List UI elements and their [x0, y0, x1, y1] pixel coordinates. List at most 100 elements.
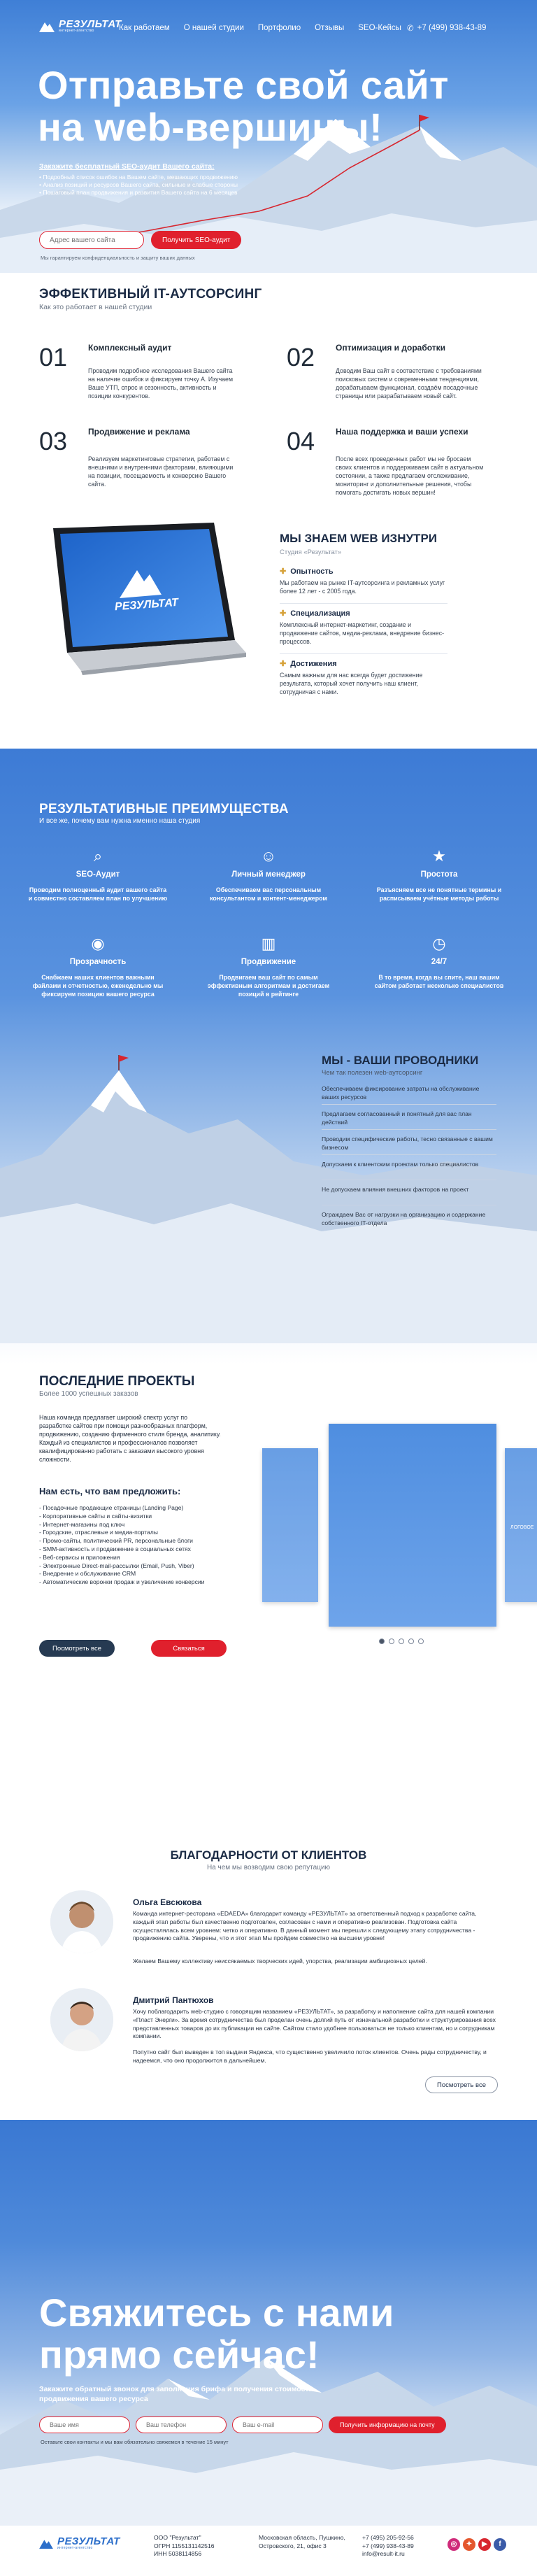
carousel-dot[interactable] — [379, 1639, 385, 1644]
divider — [280, 603, 448, 604]
advantage-card: ★ Простота Разъясняем все не понятные те… — [369, 847, 509, 903]
view-all-reviews-button[interactable]: Посмотреть все — [425, 2076, 498, 2093]
header-phone[interactable]: ✆ +7 (499) 938-43-89 — [407, 23, 486, 33]
advantage-card: ☺ Личный менеджер Обеспечиваем вас персо… — [199, 847, 338, 903]
search-icon: ⌕ — [93, 847, 103, 865]
advantages-title: РЕЗУЛЬТАТИВНЫЕ ПРЕИМУЩЕСТВА — [39, 802, 289, 816]
advantage-title: Прозрачность — [69, 958, 127, 966]
hero-title-line1: Отправьте свой сайт — [38, 63, 449, 107]
project-preview-main[interactable] — [329, 1424, 496, 1627]
step-description: После всех проведенных работ мы не броса… — [336, 455, 484, 496]
step-description: Проводим подробное исследования Вашего с… — [88, 367, 233, 399]
advantage-desc: Продвигаем ваш сайт по самым эффективным… — [207, 974, 330, 998]
site-url-input[interactable] — [39, 231, 144, 249]
testimonials-title: БЛАГОДАРНОСТИ ОТ КЛИЕНТОВ — [170, 1848, 367, 1862]
footer-phone-2[interactable]: +7 (499) 938-43-89 — [362, 2542, 414, 2551]
get-audit-button[interactable]: Получить SEO-аудит — [151, 231, 242, 249]
name-input[interactable] — [39, 2416, 130, 2433]
eye-icon: ◉ — [91, 935, 105, 952]
phone-icon: ✆ — [407, 24, 414, 33]
knowledge-item: ✚ Достижения Самым важным для нас всегда … — [280, 659, 448, 696]
odnoklassniki-icon[interactable]: ✦ — [463, 2538, 475, 2551]
nav-item-reviews[interactable]: Отзывы — [315, 24, 344, 32]
contact-button[interactable]: Связаться — [151, 1640, 227, 1657]
offer-item: Промо-сайты, политический PR, персональн… — [39, 1537, 228, 1545]
hero-subtitle: Закажите бесплатный SEO-аудит Вашего сай… — [39, 162, 215, 171]
step-card: 01 Комплексный аудит Проводим подробное … — [39, 343, 249, 413]
step-number: 04 — [287, 427, 315, 455]
email-input[interactable] — [232, 2416, 323, 2433]
person-icon: ☺ — [260, 847, 277, 865]
logo-mountain-icon — [39, 2540, 53, 2549]
hero-section: РЕЗУЛЬТАТ интернет-агентство Как работаем… — [0, 0, 537, 273]
carousel-dot[interactable] — [399, 1639, 404, 1644]
projects-description: Наша команда предлагает широкий спектр у… — [39, 1414, 221, 1463]
advantage-card: ⌕ SEO-Аудит Проводим полноценный аудит в… — [28, 847, 168, 903]
hero-bullet-list: Подробный список ошибок на Вашем сайте, … — [39, 174, 238, 197]
guide-item: Проводим специфические работы, тесно свя… — [322, 1135, 493, 1151]
divider — [322, 1154, 496, 1155]
facebook-icon[interactable]: f — [494, 2538, 506, 2551]
projects-section: ПОСЛЕДНИЕ ПРОЕКТЫ Более 1000 успешных за… — [0, 1364, 537, 1672]
project-preview-left[interactable] — [262, 1448, 318, 1602]
projects-title: ПОСЛЕДНИЕ ПРОЕКТЫ — [39, 1374, 195, 1389]
step-number: 02 — [287, 343, 315, 371]
advantage-desc: В то время, когда вы спите, наш вашим са… — [374, 974, 504, 989]
footer-phone-1[interactable]: +7 (495) 205-92-56 — [362, 2534, 414, 2542]
offers-list: Посадочные продающие страницы (Landing P… — [39, 1504, 228, 1587]
footer-logo[interactable]: РЕЗУЛЬТАТ интернет-агентство — [39, 2535, 120, 2550]
knowledge-item-title: Опытность — [290, 567, 334, 576]
star-icon: ★ — [432, 847, 446, 865]
phone-input[interactable] — [136, 2416, 227, 2433]
knowledge-item-desc: Мы работаем на рынке IT-аутсорсинга и ре… — [280, 579, 445, 595]
reviewer-name: Ольга Евсюкова — [133, 1897, 202, 1907]
main-nav: Как работаем О нашей студии Портфолио От… — [119, 24, 401, 32]
footer-email[interactable]: info@result-it.ru — [362, 2550, 414, 2559]
advantage-title: Личный менеджер — [231, 870, 306, 879]
advantage-desc: Обеспечиваем вас персональным консультан… — [210, 886, 327, 902]
nav-item-process[interactable]: Как работаем — [119, 24, 170, 32]
carousel-dot[interactable] — [389, 1639, 394, 1644]
nav-item-portfolio[interactable]: Портфолио — [258, 24, 301, 32]
outsourcing-subtitle: Как это работает в нашей студии — [39, 303, 152, 311]
hero-privacy-note: Мы гарантируем конфиденциальность и защи… — [41, 255, 195, 261]
step-card: 03 Продвижение и реклама Реализуем марке… — [39, 427, 249, 504]
youtube-icon[interactable]: ▶ — [478, 2538, 491, 2551]
step-title: Продвижение и реклама — [88, 427, 190, 437]
carousel-dot[interactable] — [418, 1639, 424, 1644]
step-title: Наша поддержка и ваши успехи — [336, 427, 468, 437]
nav-item-seo-cases[interactable]: SEO-Кейсы — [358, 24, 401, 32]
view-all-projects-button[interactable]: Посмотреть все — [39, 1640, 115, 1657]
outsourcing-title: ЭФФЕКТИВНЫЙ IT-АУТСОРСИНГ — [39, 287, 262, 302]
laptop-image: РЕЗУЛЬТАТ — [53, 523, 246, 675]
advantage-card: ◷ 24/7 В то время, когда вы спите, наш в… — [369, 934, 509, 990]
footer-contacts: +7 (495) 205-92-56 +7 (499) 938-43-89 in… — [362, 2534, 414, 2559]
contact-subtitle: Закажите обратный звонок для заполнения … — [39, 2385, 314, 2403]
advantage-desc: Разъясняем все не понятные термины и рас… — [376, 886, 502, 902]
step-description: Доводим Ваш сайт в соответствие с требов… — [336, 367, 482, 399]
nav-item-about[interactable]: О нашей студии — [184, 24, 244, 32]
knowledge-item-desc: Самым важным для нас всегда будет достиж… — [280, 672, 423, 695]
step-card: 04 Наша поддержка и ваши успехи После вс… — [287, 427, 496, 504]
project-preview-caption: ЛОГОВОЕ — [510, 1525, 534, 1530]
advantage-title: Простота — [420, 870, 458, 879]
hero-bullet: Анализ позиций и ресурсов Вашего сайта, … — [39, 181, 238, 189]
project-preview-right[interactable]: ЛОГОВОЕ — [505, 1448, 537, 1602]
footer-company-info: ООО "Результат" ОГРН 1155131142516 ИНН 5… — [154, 2534, 215, 2559]
hero-bullet: Пошаговый план продвижения и развития Ва… — [39, 189, 238, 197]
advantage-title: SEO-Аудит — [76, 870, 120, 879]
offer-item: Городские, отраслевые и медиа-порталы — [39, 1529, 228, 1537]
instagram-icon[interactable]: ◎ — [448, 2538, 460, 2551]
reviewer-photo-image — [50, 1988, 113, 2051]
offer-item: SMM-активность и продвижение в социальны… — [39, 1545, 228, 1554]
specialization-icon: ✚ — [280, 609, 287, 618]
carousel-dot[interactable] — [408, 1639, 414, 1644]
logo[interactable]: РЕЗУЛЬТАТ интернет-агентство — [39, 18, 122, 33]
get-info-button[interactable]: Получить информацию на почту — [329, 2416, 446, 2433]
contact-title-line2: прямо сейчас! — [39, 2333, 320, 2377]
trophy-icon: ✚ — [280, 660, 287, 668]
offer-item: Электронные Direct-mail-рассылки (Email,… — [39, 1562, 228, 1571]
footer-ogrn: ОГРН 1155131142516 — [154, 2542, 215, 2549]
hero-title-line2: на web-вершины! — [38, 105, 383, 149]
testimonials-subtitle: На чем мы возводим свою репутацию — [206, 1864, 331, 1871]
